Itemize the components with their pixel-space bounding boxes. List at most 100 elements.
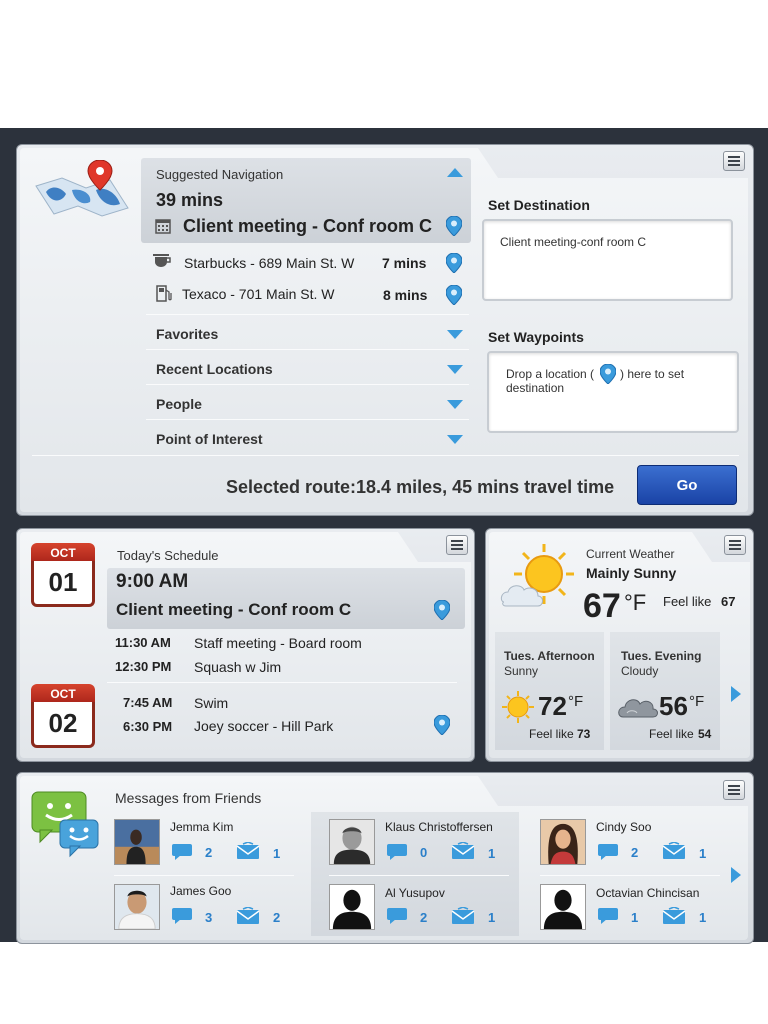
current-temperature: 67: [583, 587, 621, 625]
expand-arrow-icon[interactable]: [447, 365, 463, 374]
mail-icon[interactable]: [236, 842, 260, 860]
event-title: Swim: [194, 695, 229, 711]
divider: [329, 875, 509, 876]
coffee-icon: [153, 254, 171, 267]
stop-name: Starbucks - 689 Main St. W: [184, 255, 355, 271]
forecast-temperature: 56: [659, 691, 688, 721]
friend-name[interactable]: Cindy Soo: [596, 820, 651, 834]
friend-name[interactable]: Octavian Chincisan: [596, 886, 699, 900]
location-pin-icon[interactable]: [434, 600, 450, 620]
mail-icon[interactable]: [662, 907, 686, 925]
section-recent-locations[interactable]: Recent Locations: [156, 361, 273, 377]
set-waypoints-label: Set Waypoints: [488, 329, 584, 345]
sun-icon: [502, 691, 534, 723]
temperature-unit: °F: [624, 590, 647, 615]
chat-icon[interactable]: [386, 843, 408, 861]
forecast-unit: °F: [568, 693, 584, 710]
friend-name[interactable]: Jemma Kim: [170, 820, 233, 834]
event-time: 9:00 AM: [116, 571, 189, 592]
stop-time: 8 mins: [383, 287, 428, 303]
divider: [146, 349, 469, 350]
section-point-of-interest[interactable]: Point of Interest: [156, 431, 263, 447]
mail-icon[interactable]: [662, 842, 686, 860]
destination-value: Client meeting-conf room C: [500, 235, 647, 249]
messages-menu-button[interactable]: [723, 780, 745, 800]
next-forecast-arrow-icon[interactable]: [731, 686, 741, 702]
forecast-period: Tues. Afternoon: [504, 649, 595, 663]
expand-arrow-icon[interactable]: [447, 330, 463, 339]
location-pin-icon[interactable]: [434, 715, 450, 735]
mail-count: 1: [699, 846, 707, 861]
waypoints-hint: Drop a location (: [506, 367, 595, 381]
avatar-placeholder[interactable]: [329, 884, 375, 930]
chat-icon[interactable]: [171, 843, 193, 861]
chat-count: 3: [205, 910, 213, 925]
event-time: 11:30 AM: [115, 635, 171, 650]
chat-bubbles-icon: [31, 791, 99, 858]
section-favorites[interactable]: Favorites: [156, 326, 218, 342]
navigation-event: Client meeting - Conf room C: [183, 216, 432, 236]
chat-count: 1: [631, 910, 639, 925]
next-friends-arrow-icon[interactable]: [731, 867, 741, 883]
mail-icon[interactable]: [236, 907, 260, 925]
weather-menu-button[interactable]: [724, 535, 746, 555]
navigation-menu-button[interactable]: [723, 151, 745, 171]
forecast-feel-value: 73: [577, 727, 591, 741]
section-people[interactable]: People: [156, 396, 202, 412]
friend-name[interactable]: Al Yusupov: [385, 886, 445, 900]
forecast-condition: Cloudy: [621, 664, 659, 678]
mail-icon[interactable]: [451, 842, 475, 860]
expand-arrow-icon[interactable]: [447, 400, 463, 409]
friend-name[interactable]: James Goo: [170, 884, 231, 898]
calendar-month: OCT: [31, 543, 95, 563]
schedule-title: Today's Schedule: [117, 548, 219, 563]
location-pin-icon[interactable]: [446, 285, 462, 305]
destination-field[interactable]: [482, 219, 733, 301]
forecast-feel-label: Feel like: [649, 727, 694, 741]
event-time: 12:30 PM: [115, 659, 172, 674]
chat-count: 2: [420, 910, 428, 925]
gas-pump-icon: [156, 285, 172, 302]
forecast-feel-label: Feel like: [529, 727, 574, 741]
waypoints-hint: destination: [506, 381, 565, 395]
calendar-icon: [155, 219, 171, 234]
chat-icon[interactable]: [171, 907, 193, 925]
chat-icon[interactable]: [597, 907, 619, 925]
location-pin-icon[interactable]: [446, 216, 462, 236]
chat-icon[interactable]: [597, 843, 619, 861]
divider: [32, 455, 739, 456]
mail-count: 1: [273, 846, 281, 861]
map-icon: [35, 160, 129, 217]
avatar[interactable]: [114, 819, 160, 865]
forecast-condition: Sunny: [504, 664, 539, 678]
suggested-navigation-label: Suggested Navigation: [156, 167, 284, 182]
mail-icon[interactable]: [451, 907, 475, 925]
expand-arrow-icon[interactable]: [447, 435, 463, 444]
avatar[interactable]: [329, 819, 375, 865]
messages-title: Messages from Friends: [115, 790, 262, 806]
event-title: Joey soccer - Hill Park: [194, 718, 334, 734]
weather-title: Current Weather: [586, 547, 675, 561]
location-pin-icon[interactable]: [446, 253, 462, 273]
event-title: Squash w Jim: [194, 659, 282, 675]
divider: [146, 384, 469, 385]
selected-route: Selected route:18.4 miles, 45 mins trave…: [226, 477, 615, 497]
event-time: 7:45 AM: [123, 695, 173, 710]
divider: [540, 875, 720, 876]
event-title: Staff meeting - Board room: [194, 635, 362, 651]
calendar-month: OCT: [31, 684, 95, 704]
avatar-placeholder[interactable]: [540, 884, 586, 930]
go-button[interactable]: Go: [637, 465, 737, 505]
avatar[interactable]: [540, 819, 586, 865]
divider: [146, 419, 469, 420]
friend-name[interactable]: Klaus Christoffersen: [385, 820, 493, 834]
chat-count: 0: [420, 845, 428, 860]
mail-count: 1: [488, 846, 496, 861]
chat-icon[interactable]: [386, 907, 408, 925]
stop-name: Texaco - 701 Main St. W: [182, 286, 335, 302]
avatar[interactable]: [114, 884, 160, 930]
collapse-arrow-icon[interactable]: [447, 168, 463, 177]
weather-condition: Mainly Sunny: [586, 565, 677, 581]
schedule-menu-button[interactable]: [446, 535, 468, 555]
calendar-day: 01: [31, 561, 95, 607]
